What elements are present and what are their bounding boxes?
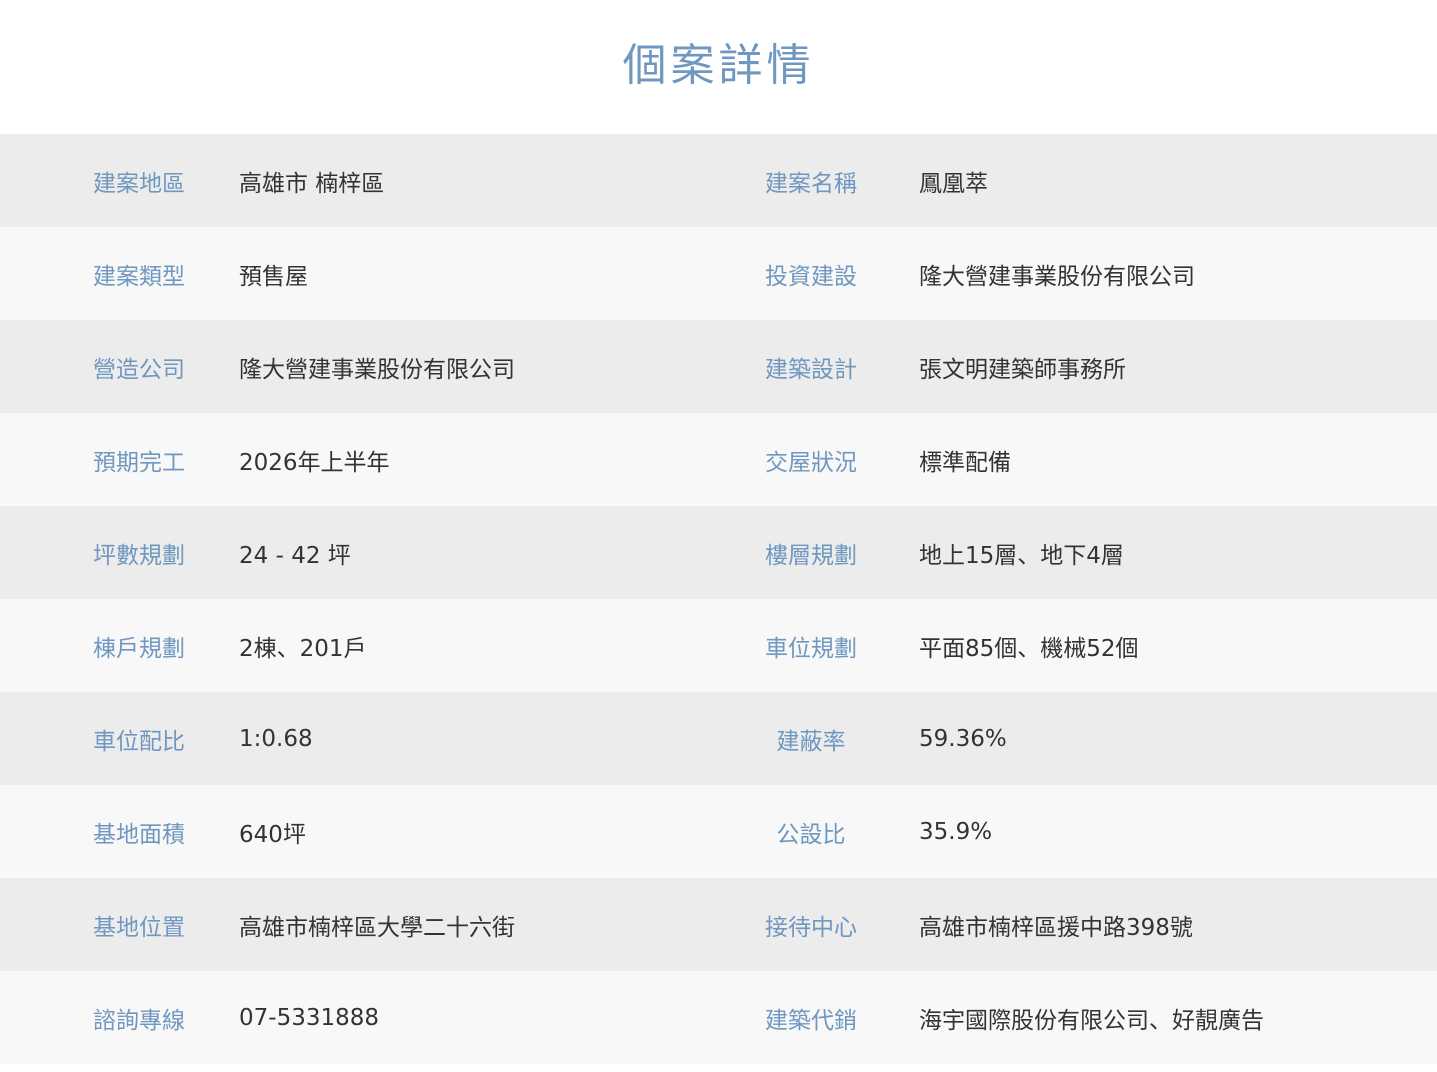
field-value: 預售屋 — [239, 263, 308, 290]
field-label: 建案名稱 — [765, 170, 857, 197]
field-value: 59.36% — [919, 725, 1007, 752]
field-value: 2棟、201戶 — [239, 635, 367, 662]
field-value: 高雄市楠梓區大學二十六街 — [239, 914, 515, 941]
field-value: 海宇國際股份有限公司、好靚廣告 — [919, 1007, 1264, 1034]
detail-row-contact: 諮詢專線 07-5331888 建築代銷 海宇國際股份有限公司、好靚廣告 — [0, 971, 1437, 1064]
field-label: 基地位置 — [93, 914, 185, 941]
detail-row-district: 建案地區 高雄市 楠梓區 建案名稱 鳳凰萃 — [0, 134, 1437, 227]
detail-row-units: 棟戶規劃 2棟、201戶 車位規劃 平面85個、機械52個 — [0, 599, 1437, 692]
field-value: 640坪 — [239, 821, 306, 848]
field-label: 交屋狀況 — [765, 449, 857, 476]
field-value: 24 - 42 坪 — [239, 542, 351, 569]
detail-row-site-area: 基地面積 640坪 公設比 35.9% — [0, 785, 1437, 878]
detail-row-completion: 預期完工 2026年上半年 交屋狀況 標準配備 — [0, 413, 1437, 506]
field-label: 公設比 — [776, 821, 846, 848]
detail-row-size: 坪數規劃 24 - 42 坪 樓層規劃 地上15層、地下4層 — [0, 506, 1437, 599]
field-label: 棟戶規劃 — [93, 635, 185, 662]
field-value: 35.9% — [919, 818, 993, 845]
field-value: 平面85個、機械52個 — [919, 635, 1139, 662]
field-value: 高雄市楠梓區援中路398號 — [919, 914, 1193, 941]
project-detail-table: 建案地區 高雄市 楠梓區 建案名稱 鳳凰萃 建案類型 預售屋 投資建設 隆大營建… — [0, 134, 1437, 1064]
page-title: 個案詳情 — [622, 40, 815, 91]
field-label: 投資建設 — [765, 263, 857, 290]
field-label: 預期完工 — [93, 449, 185, 476]
field-value: 2026年上半年 — [239, 449, 390, 476]
field-value: 鳳凰萃 — [919, 170, 988, 197]
detail-row-parking-ratio: 車位配比 1:0.68 建蔽率 59.36% — [0, 692, 1437, 785]
field-label: 車位配比 — [93, 728, 185, 755]
field-label: 樓層規劃 — [765, 542, 857, 569]
field-value: 07-5331888 — [239, 1004, 379, 1031]
field-value: 1:0.68 — [239, 725, 313, 752]
field-label: 建案類型 — [93, 263, 185, 290]
field-label: 接待中心 — [765, 914, 857, 941]
field-label: 坪數規劃 — [93, 542, 185, 569]
field-label: 建築代銷 — [765, 1007, 857, 1034]
detail-row-type: 建案類型 預售屋 投資建設 隆大營建事業股份有限公司 — [0, 227, 1437, 320]
field-value: 高雄市 楠梓區 — [239, 170, 385, 197]
field-label: 基地面積 — [93, 821, 185, 848]
detail-row-location: 基地位置 高雄市楠梓區大學二十六街 接待中心 高雄市楠梓區援中路398號 — [0, 878, 1437, 971]
field-value: 隆大營建事業股份有限公司 — [239, 356, 515, 383]
detail-row-contractor: 營造公司 隆大營建事業股份有限公司 建築設計 張文明建築師事務所 — [0, 320, 1437, 413]
field-value: 標準配備 — [919, 449, 1011, 476]
field-label: 諮詢專線 — [93, 1007, 185, 1034]
field-label: 營造公司 — [93, 356, 185, 383]
field-label: 建案地區 — [93, 170, 185, 197]
field-label: 建蔽率 — [776, 728, 846, 755]
field-value: 地上15層、地下4層 — [919, 542, 1124, 569]
field-label: 建築設計 — [765, 356, 857, 383]
field-value: 隆大營建事業股份有限公司 — [919, 263, 1195, 290]
field-label: 車位規劃 — [765, 635, 857, 662]
field-value: 張文明建築師事務所 — [919, 356, 1126, 383]
